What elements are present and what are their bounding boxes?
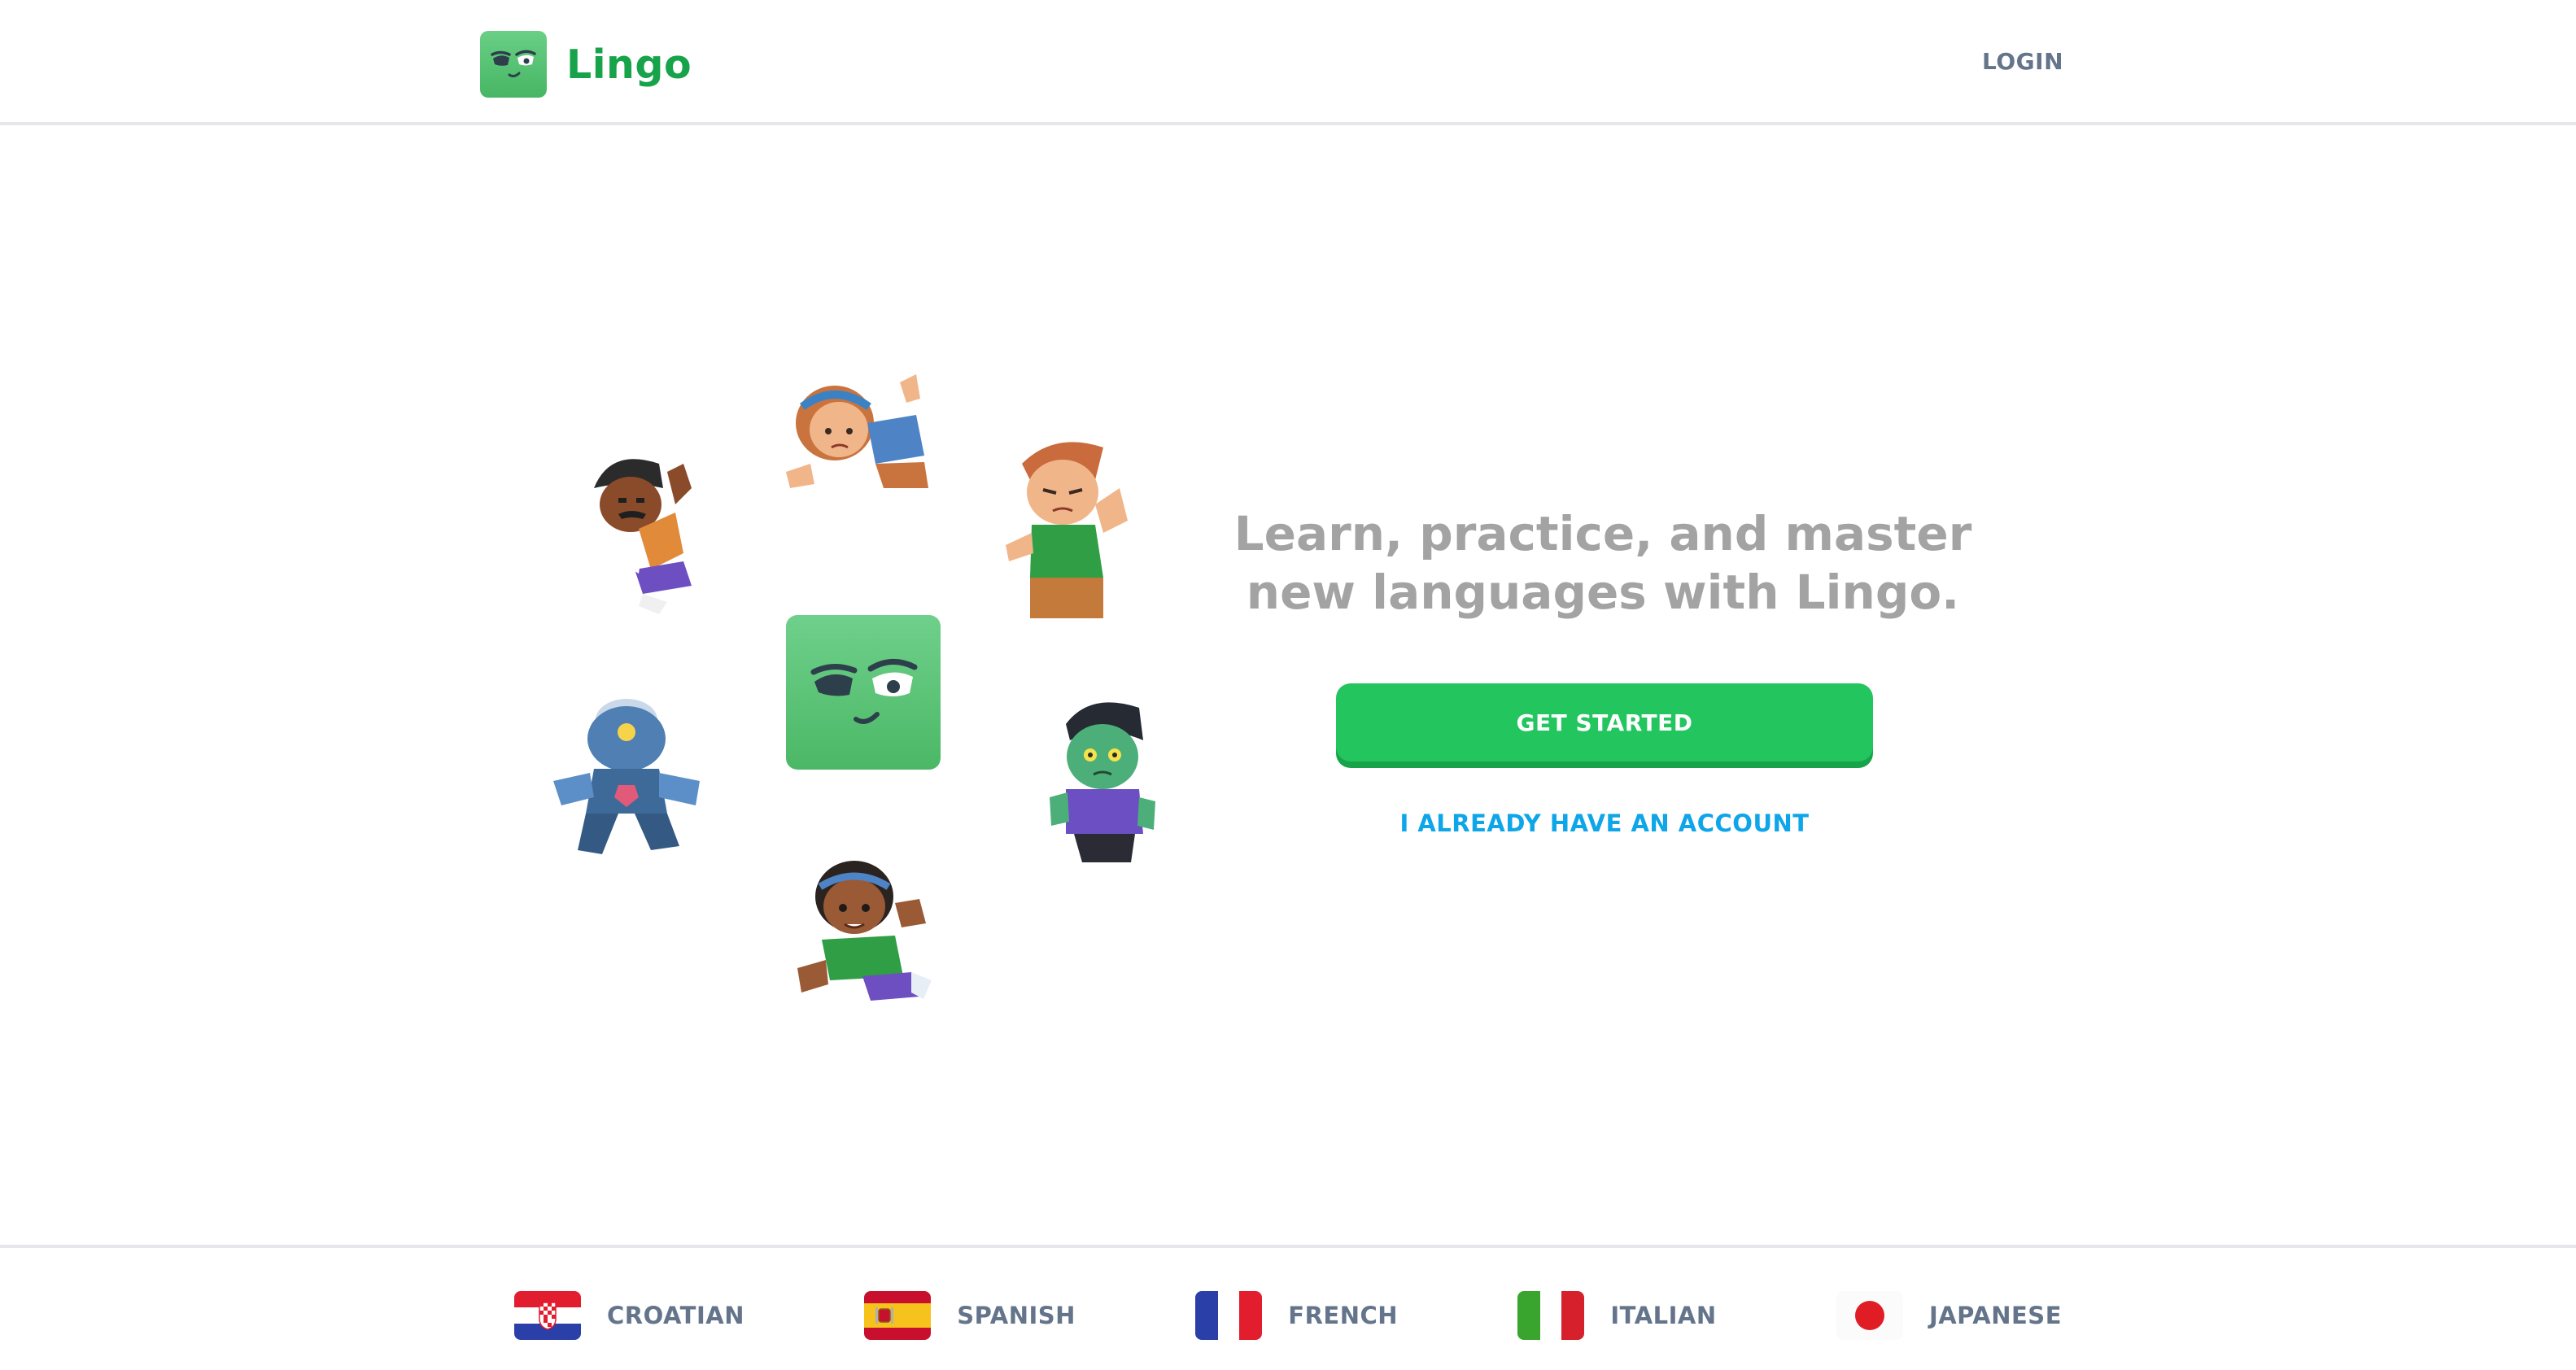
language-label: JAPANESE [1928, 1302, 2062, 1329]
woman-character [786, 374, 928, 488]
language-label: FRENCH [1288, 1302, 1399, 1329]
robot-character [553, 699, 700, 854]
hero-illustration [521, 350, 1188, 1066]
language-label: CROATIAN [607, 1302, 744, 1329]
japan-flag-icon [1836, 1291, 1903, 1340]
language-footer: CROATIAN SPANISH FRENCH ITALIAN JAPANESE [0, 1245, 2576, 1370]
language-croatian[interactable]: CROATIAN [504, 1287, 754, 1344]
language-japanese[interactable]: JAPANESE [1827, 1287, 2072, 1344]
girl-character [797, 861, 932, 1001]
center-mascot-icon [786, 615, 941, 770]
boy-character [1006, 442, 1128, 618]
have-account-link[interactable]: I ALREADY HAVE AN ACCOUNT [1336, 799, 1873, 848]
zombie-character [1050, 702, 1155, 862]
language-french[interactable]: FRENCH [1185, 1287, 1408, 1344]
top-navbar: Lingo LOGIN [0, 0, 2576, 125]
spain-flag-icon [864, 1291, 932, 1340]
hero-section: Learn, practice, and master new language… [1212, 504, 1993, 837]
language-label: SPANISH [957, 1302, 1076, 1329]
login-button[interactable]: LOGIN [1974, 42, 2072, 80]
language-italian[interactable]: ITALIAN [1508, 1287, 1726, 1344]
get-started-button[interactable]: GET STARTED [1336, 683, 1873, 761]
france-flag-icon [1195, 1291, 1263, 1340]
brand-name: Lingo [566, 41, 692, 88]
man-character [594, 459, 692, 614]
croatia-flag-icon [514, 1291, 581, 1340]
lingo-mascot-icon [480, 31, 547, 98]
language-list: CROATIAN SPANISH FRENCH ITALIAN JAPANESE [504, 1287, 2072, 1344]
language-spanish[interactable]: SPANISH [854, 1287, 1085, 1344]
italy-flag-icon [1517, 1291, 1585, 1340]
language-label: ITALIAN [1610, 1302, 1717, 1329]
brand-logo-link[interactable]: Lingo [480, 31, 692, 98]
hero-tagline: Learn, practice, and master new language… [1233, 506, 1972, 620]
